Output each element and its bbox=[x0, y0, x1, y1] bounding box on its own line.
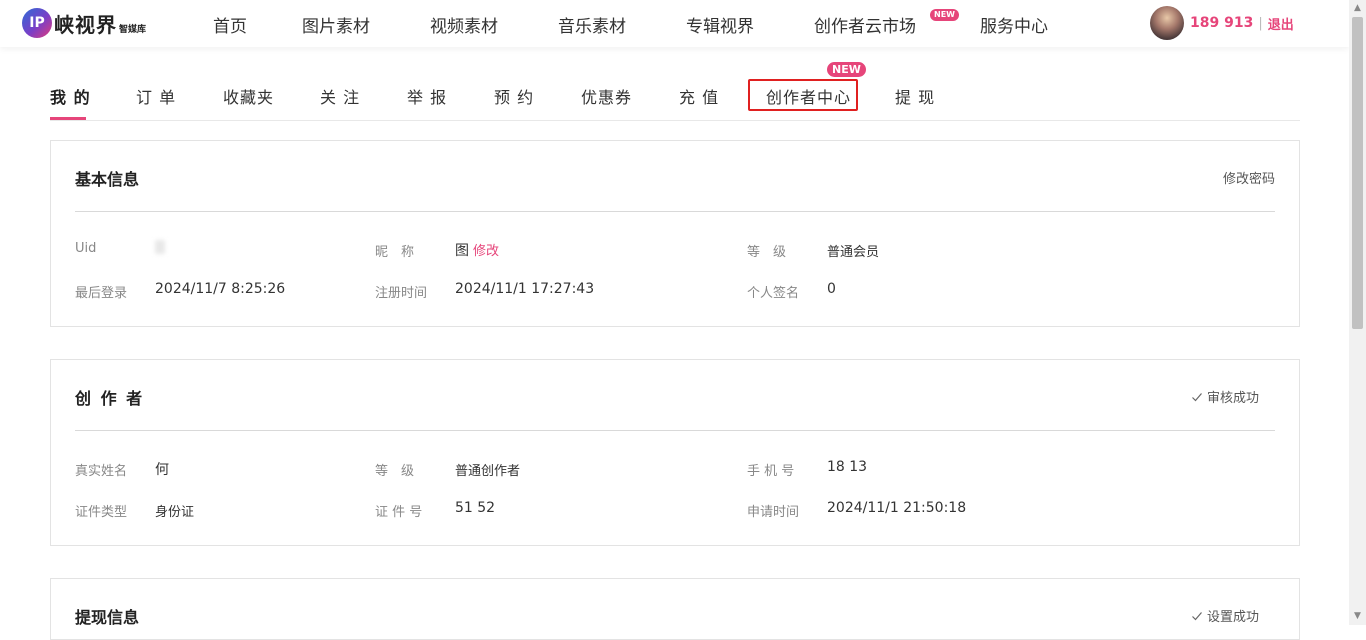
realname-value: 何 bbox=[155, 462, 169, 478]
user-area: 189 913 | 退出 bbox=[1150, 6, 1294, 40]
card-divider bbox=[75, 211, 1275, 212]
nav-service-center[interactable]: 服务中心 bbox=[980, 12, 1048, 37]
register-time-label: 注册时间 bbox=[375, 286, 428, 301]
level-label: 等 级 bbox=[747, 245, 787, 260]
account-tabs: 我 的 订 单 收藏夹 关 注 举 报 预 约 优惠券 充 值 创作者中心 NE… bbox=[50, 62, 1300, 121]
creator-level-label: 等 级 bbox=[375, 464, 415, 479]
signature-label: 个人签名 bbox=[747, 286, 800, 301]
nav-new-badge: NEW bbox=[930, 9, 959, 21]
creator-status: 审核成功 bbox=[1191, 387, 1259, 406]
edit-nickname-link[interactable]: 修改 bbox=[473, 244, 499, 259]
card-divider bbox=[75, 430, 1275, 431]
check-icon bbox=[1192, 612, 1202, 621]
creator-center-new-badge: NEW bbox=[827, 62, 866, 77]
check-icon bbox=[1192, 393, 1202, 402]
site-logo[interactable]: IP 峡视界 智媒库 bbox=[22, 7, 146, 39]
tab-withdraw[interactable]: 提 现 bbox=[895, 84, 935, 108]
logout-link[interactable]: 退出 bbox=[1268, 14, 1294, 33]
tab-orders[interactable]: 订 单 bbox=[136, 84, 176, 108]
logo-subtitle: 智媒库 bbox=[119, 24, 147, 35]
nav-images[interactable]: 图片素材 bbox=[302, 12, 370, 37]
creator-title: 创 作 者 bbox=[75, 389, 145, 408]
apply-time-label: 申请时间 bbox=[747, 505, 800, 520]
tab-coupons[interactable]: 优惠券 bbox=[581, 84, 632, 108]
nav-creator-market[interactable]: 创作者云市场 bbox=[814, 12, 916, 37]
tab-creator-center[interactable]: 创作者中心 bbox=[766, 84, 851, 108]
nickname-value: 图修改 bbox=[455, 240, 499, 260]
withdraw-card: 提现信息 设置成功 bbox=[50, 578, 1300, 640]
nav-albums[interactable]: 专辑视界 bbox=[686, 12, 754, 37]
nickname-text: 图 bbox=[455, 243, 469, 259]
creator-card: 创 作 者 审核成功 真实姓名 何 等 级 普通创作者 手 机 号 18 13 … bbox=[50, 359, 1300, 546]
avatar[interactable] bbox=[1150, 6, 1184, 40]
top-header: IP 峡视界 智媒库 首页 图片素材 视频素材 音乐素材 专辑视界 创作者云市场… bbox=[0, 0, 1349, 47]
tab-favorites[interactable]: 收藏夹 bbox=[223, 84, 274, 108]
uid-value bbox=[155, 240, 165, 254]
user-phone[interactable]: 189 913 bbox=[1190, 15, 1253, 31]
signature-value: 0 bbox=[827, 281, 836, 297]
level-value: 普通会员 bbox=[827, 245, 880, 260]
creator-status-text: 审核成功 bbox=[1206, 391, 1259, 406]
basic-info-card: 基本信息 修改密码 Uid 昵 称 图修改 等 级 普通会员 最后登录 2024… bbox=[50, 140, 1300, 327]
creator-phone-label: 手 机 号 bbox=[747, 464, 795, 479]
withdraw-status: 设置成功 bbox=[1191, 606, 1259, 625]
logo-mark-icon: IP bbox=[22, 8, 52, 38]
id-number-label: 证 件 号 bbox=[375, 505, 423, 520]
id-type-value: 身份证 bbox=[155, 505, 195, 520]
nav-home[interactable]: 首页 bbox=[213, 12, 247, 37]
basic-info-title: 基本信息 bbox=[75, 170, 140, 189]
nickname-label: 昵 称 bbox=[375, 245, 415, 260]
change-password-link[interactable]: 修改密码 bbox=[1223, 168, 1275, 187]
apply-time-value: 2024/11/1 21:50:18 bbox=[827, 500, 967, 516]
logo-text: 峡视界 bbox=[54, 12, 117, 37]
withdraw-status-text: 设置成功 bbox=[1206, 610, 1259, 625]
tab-bookings[interactable]: 预 约 bbox=[494, 84, 534, 108]
page-scrollbar[interactable]: ▲ ▼ bbox=[1349, 0, 1366, 625]
active-tab-indicator bbox=[50, 117, 86, 120]
scroll-down-arrow-icon[interactable]: ▼ bbox=[1349, 608, 1366, 625]
id-number-value: 51 52 bbox=[455, 500, 496, 516]
scroll-up-arrow-icon[interactable]: ▲ bbox=[1349, 0, 1366, 17]
last-login-label: 最后登录 bbox=[75, 286, 128, 301]
register-time-value: 2024/11/1 17:27:43 bbox=[455, 281, 595, 297]
last-login-value: 2024/11/7 8:25:26 bbox=[155, 281, 286, 297]
realname-label: 真实姓名 bbox=[75, 464, 128, 479]
uid-label: Uid bbox=[75, 241, 97, 256]
nav-videos[interactable]: 视频素材 bbox=[430, 12, 498, 37]
creator-phone-value: 18 13 bbox=[827, 459, 868, 475]
tab-mine[interactable]: 我 的 bbox=[50, 84, 91, 108]
header-separator: | bbox=[1258, 15, 1263, 31]
nav-music[interactable]: 音乐素材 bbox=[558, 12, 626, 37]
creator-level-value: 普通创作者 bbox=[455, 464, 521, 479]
tab-recharge[interactable]: 充 值 bbox=[679, 84, 719, 108]
id-type-label: 证件类型 bbox=[75, 505, 128, 520]
tab-follows[interactable]: 关 注 bbox=[320, 84, 360, 108]
scroll-thumb[interactable] bbox=[1352, 17, 1363, 329]
withdraw-title: 提现信息 bbox=[75, 608, 140, 627]
tab-reports[interactable]: 举 报 bbox=[407, 84, 447, 108]
